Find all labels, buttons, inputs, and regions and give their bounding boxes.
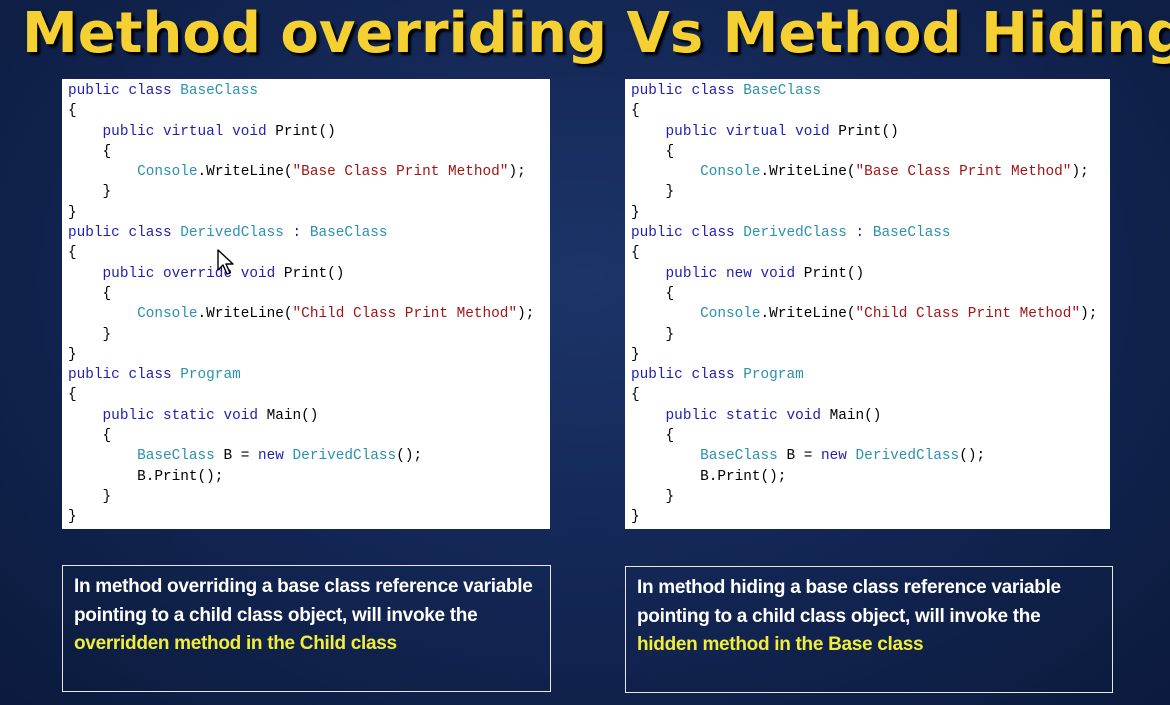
code-token: BaseClass bbox=[180, 83, 258, 99]
code-token: (); bbox=[959, 448, 986, 465]
code-token: BaseClass bbox=[872, 225, 951, 242]
code-token: { bbox=[631, 428, 675, 445]
code-token: { bbox=[631, 285, 675, 302]
code-token: Print() bbox=[283, 265, 345, 282]
code-token: } bbox=[68, 326, 112, 343]
code-block-hiding: public class BaseClass { public virtual … bbox=[625, 79, 1110, 529]
code-token: } bbox=[68, 184, 112, 201]
code-token: BaseClass bbox=[743, 83, 821, 99]
note-hiding: In method hiding a base class reference … bbox=[625, 566, 1113, 693]
code-token: DerivedClass bbox=[855, 448, 960, 465]
code-token: { bbox=[68, 428, 112, 445]
code-token: } bbox=[68, 488, 112, 505]
code-token: Console bbox=[631, 306, 761, 323]
code-token: public virtual void bbox=[68, 123, 276, 140]
code-token: "Base Class Print Method" bbox=[855, 164, 1072, 181]
code-token: .WriteLine( bbox=[197, 306, 293, 323]
code-token: } bbox=[631, 326, 675, 343]
code-token: { bbox=[68, 245, 77, 262]
note-highlight: hidden method in the Base class bbox=[637, 634, 924, 655]
code-token: Print() bbox=[838, 123, 899, 140]
code-token: { bbox=[68, 387, 77, 404]
code-token: DerivedClass bbox=[180, 225, 284, 242]
mouse-pointer-icon bbox=[217, 249, 234, 275]
code-token: ); bbox=[508, 164, 526, 181]
code-token: new bbox=[258, 448, 293, 465]
code-token: ); bbox=[1071, 164, 1089, 181]
code-token: : bbox=[846, 225, 873, 242]
code-token: Console bbox=[631, 164, 761, 181]
code-token: B = bbox=[214, 448, 258, 465]
code-token: public static void bbox=[631, 407, 830, 424]
code-token: B.Print(); bbox=[631, 468, 787, 485]
code-token: Print() bbox=[803, 265, 865, 282]
code-token: } bbox=[68, 509, 77, 526]
code-token: { bbox=[68, 143, 112, 160]
code-token: (); bbox=[396, 448, 423, 465]
code-token: public class bbox=[68, 367, 181, 384]
code-token: B = bbox=[777, 448, 821, 465]
code-token: public class bbox=[631, 225, 744, 242]
code-token: "Child Class Print Method" bbox=[292, 306, 518, 323]
code-token: : bbox=[283, 225, 310, 242]
code-block-overriding: public class BaseClass { public virtual … bbox=[62, 79, 550, 529]
code-token: BaseClass bbox=[631, 448, 778, 465]
code-token: Program bbox=[180, 367, 241, 384]
code-token: Program bbox=[743, 367, 804, 384]
code-token: .WriteLine( bbox=[760, 306, 856, 323]
code-token: public class bbox=[631, 367, 744, 384]
code-token: } bbox=[68, 346, 77, 363]
code-token: } bbox=[631, 509, 640, 526]
code-token: public static void bbox=[68, 407, 267, 424]
code-token: } bbox=[631, 184, 675, 201]
code-token: { bbox=[631, 245, 640, 262]
code-token: public class bbox=[68, 83, 181, 99]
code-token: { bbox=[631, 143, 675, 160]
note-highlight: overridden method in the Child class bbox=[74, 633, 397, 654]
code-token: ); bbox=[517, 306, 535, 323]
code-token: "Base Class Print Method" bbox=[292, 164, 509, 181]
note-text: In method hiding a base class reference … bbox=[637, 577, 1061, 627]
code-token: public virtual void bbox=[631, 123, 839, 140]
code-token: public new void bbox=[631, 265, 804, 282]
code-token: ); bbox=[1080, 306, 1098, 323]
code-token: Main() bbox=[266, 407, 319, 424]
code-token: } bbox=[631, 488, 675, 505]
code-token: Console bbox=[68, 306, 198, 323]
code-token: .WriteLine( bbox=[760, 164, 856, 181]
code-token: public class bbox=[68, 225, 181, 242]
code-token: { bbox=[631, 103, 640, 120]
code-token: "Child Class Print Method" bbox=[855, 306, 1081, 323]
code-token: { bbox=[68, 285, 112, 302]
code-token: BaseClass bbox=[309, 225, 388, 242]
code-token: } bbox=[68, 204, 77, 221]
code-token: B.Print(); bbox=[68, 468, 224, 485]
code-token: Main() bbox=[829, 407, 882, 424]
code-token: } bbox=[631, 346, 640, 363]
note-overriding: In method overriding a base class refere… bbox=[62, 565, 551, 692]
code-token: .WriteLine( bbox=[197, 164, 293, 181]
code-token: } bbox=[631, 204, 640, 221]
code-token: BaseClass bbox=[68, 448, 215, 465]
note-text: In method overriding a base class refere… bbox=[74, 576, 533, 626]
code-token: { bbox=[68, 103, 77, 120]
code-token: Print() bbox=[275, 123, 336, 140]
code-token: Console bbox=[68, 164, 198, 181]
code-token: public class bbox=[631, 83, 744, 99]
code-token: DerivedClass bbox=[292, 448, 397, 465]
code-token: new bbox=[821, 448, 856, 465]
code-token: { bbox=[631, 387, 640, 404]
code-token: DerivedClass bbox=[743, 225, 847, 242]
slide-title: Method overriding Vs Method Hiding bbox=[22, 1, 1170, 66]
code-token: public override void bbox=[68, 265, 284, 282]
